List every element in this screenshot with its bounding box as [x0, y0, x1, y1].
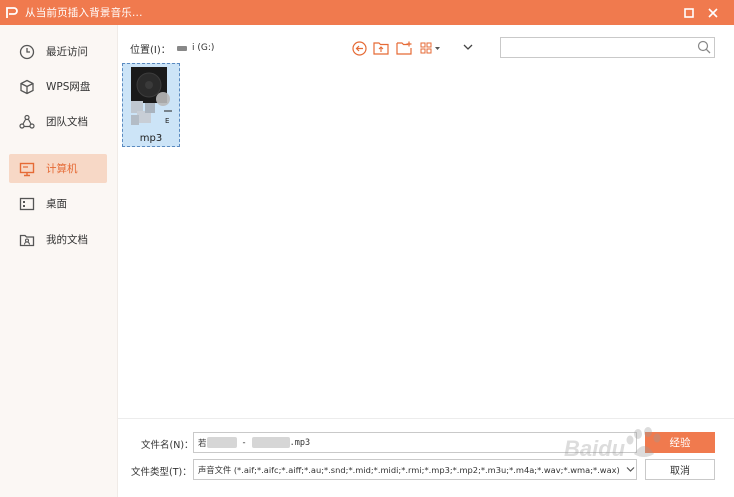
chevron-down-icon[interactable] — [463, 43, 473, 51]
filename-prefix: 若 — [198, 438, 207, 449]
sidebar-item-label: 团队文档 — [46, 116, 88, 128]
close-button[interactable] — [704, 4, 722, 22]
chevron-down-icon[interactable] — [626, 466, 635, 473]
filename-dash: - — [242, 437, 246, 448]
back-icon[interactable] — [350, 39, 368, 57]
location-value: i (G:) — [192, 43, 215, 53]
location-toolbar: 位置(I)： i (G:) — [130, 38, 473, 58]
team-icon — [18, 113, 36, 131]
view-mode-icon[interactable] — [419, 39, 443, 57]
new-folder-icon[interactable] — [395, 39, 413, 57]
filename-label: 文件名(N)： — [141, 440, 194, 451]
sidebar-item-recent[interactable]: 最近访问 — [9, 37, 107, 66]
sidebar-item-label: 最近访问 — [46, 46, 88, 58]
sidebar-item-team-docs[interactable]: 团队文档 — [9, 107, 107, 136]
desktop-icon — [18, 195, 36, 213]
sidebar-item-wps-cloud[interactable]: WPS网盘 — [9, 72, 107, 101]
title-bar: 从当前页插入背景音乐... — [0, 0, 734, 25]
wps-logo-icon — [6, 6, 18, 18]
file-name: mp3 — [139, 133, 163, 144]
close-icon — [708, 8, 718, 18]
cancel-button[interactable]: 取消 — [645, 459, 715, 480]
my-documents-icon — [18, 231, 36, 249]
sidebar-item-computer[interactable]: 计算机 — [9, 154, 107, 183]
audio-file-thumbnail-icon: E — [131, 67, 172, 125]
sidebar-item-label: 桌面 — [46, 198, 67, 210]
search-box — [500, 37, 715, 58]
filetype-label: 文件类型(T)： — [131, 467, 192, 478]
search-input[interactable] — [501, 38, 691, 57]
location-label: 位置(I)： — [130, 44, 171, 56]
search-icon[interactable] — [697, 40, 711, 54]
open-button[interactable]: 经验 — [645, 432, 715, 453]
clock-icon — [18, 43, 36, 61]
maximize-button[interactable] — [680, 4, 698, 22]
file-partial-label: E — [165, 117, 169, 125]
sidebar-item-my-documents[interactable]: 我的文档 — [9, 225, 107, 254]
sidebar-item-label: 我的文档 — [46, 234, 88, 246]
redacted-text — [251, 437, 290, 448]
filename-ext: .mp3 — [289, 437, 311, 448]
filetype-select[interactable]: 声音文件 (*.aif;*.aifc;*.aiff;*.au;*.snd;*.m… — [193, 459, 637, 480]
maximize-icon — [684, 8, 694, 18]
redacted-text — [206, 437, 237, 448]
cloud-box-icon — [18, 78, 36, 96]
drive-icon — [177, 45, 187, 51]
filename-field[interactable]: 若 - .mp3 — [193, 432, 637, 453]
window-title: 从当前页插入背景音乐... — [25, 7, 143, 19]
sidebar-item-label: 计算机 — [46, 163, 78, 175]
sidebar-item-desktop[interactable]: 桌面 — [9, 189, 107, 218]
computer-icon — [18, 160, 36, 178]
filetype-value: 声音文件 (*.aif;*.aifc;*.aiff;*.au;*.snd;*.m… — [198, 464, 620, 475]
footer-panel — [118, 418, 734, 497]
sidebar: 最近访问 WPS网盘 团队文档 计算机 桌面 我的文档 — [0, 25, 118, 497]
file-item[interactable]: E mp3 — [122, 63, 180, 147]
sidebar-item-label: WPS网盘 — [46, 81, 91, 93]
up-folder-icon[interactable] — [372, 39, 390, 57]
